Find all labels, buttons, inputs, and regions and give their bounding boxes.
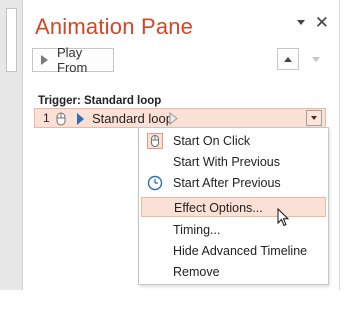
clock-icon xyxy=(147,175,163,191)
animation-order-number: 1 xyxy=(43,111,50,125)
menu-item-timing[interactable]: Timing... xyxy=(141,220,326,240)
slide-panel-scrollbar[interactable] xyxy=(0,0,23,290)
scrollbar-thumb[interactable] xyxy=(6,8,17,72)
animation-context-menu: Start On Click Start With Previous Start… xyxy=(138,127,329,285)
play-icon xyxy=(41,55,48,65)
menu-item-start-with-previous[interactable]: Start With Previous xyxy=(141,152,326,172)
menu-item-label: Start On Click xyxy=(173,134,251,148)
timeline-bar-icon xyxy=(169,112,178,125)
play-from-label: Play From xyxy=(57,45,88,75)
animation-label: Standard loop xyxy=(92,111,173,126)
mouse-click-icon xyxy=(147,133,163,149)
menu-item-remove[interactable]: Remove xyxy=(141,262,326,282)
mouse-pointer-icon xyxy=(277,208,290,227)
animation-list-item[interactable]: 1 Standard loop xyxy=(34,108,326,128)
pane-controls: ✕ xyxy=(296,14,329,31)
close-icon[interactable]: ✕ xyxy=(315,14,329,31)
effect-type-icon xyxy=(77,113,84,125)
menu-item-label: Start With Previous xyxy=(173,155,280,169)
menu-item-label: Timing... xyxy=(173,223,221,237)
move-up-button[interactable] xyxy=(277,48,299,70)
menu-item-start-after-previous[interactable]: Start After Previous xyxy=(141,173,326,193)
menu-item-label: Remove xyxy=(173,265,220,279)
menu-item-start-on-click[interactable]: Start On Click xyxy=(141,131,326,151)
pane-title: Animation Pane xyxy=(35,14,194,39)
trigger-heading: Trigger: Standard loop xyxy=(38,95,162,107)
pane-options-dropdown-icon[interactable] xyxy=(296,20,305,25)
menu-item-label: Hide Advanced Timeline xyxy=(173,244,308,258)
move-down-button[interactable] xyxy=(305,48,327,70)
row-dropdown-button[interactable] xyxy=(306,110,322,126)
menu-item-label: Effect Options... xyxy=(174,201,263,215)
menu-item-label: Start After Previous xyxy=(173,176,281,190)
play-from-button[interactable]: Play From xyxy=(32,45,114,75)
menu-item-effect-options[interactable]: Effect Options... xyxy=(141,197,326,217)
menu-item-hide-advanced-timeline[interactable]: Hide Advanced Timeline xyxy=(141,241,326,261)
mouse-click-icon xyxy=(56,112,66,126)
